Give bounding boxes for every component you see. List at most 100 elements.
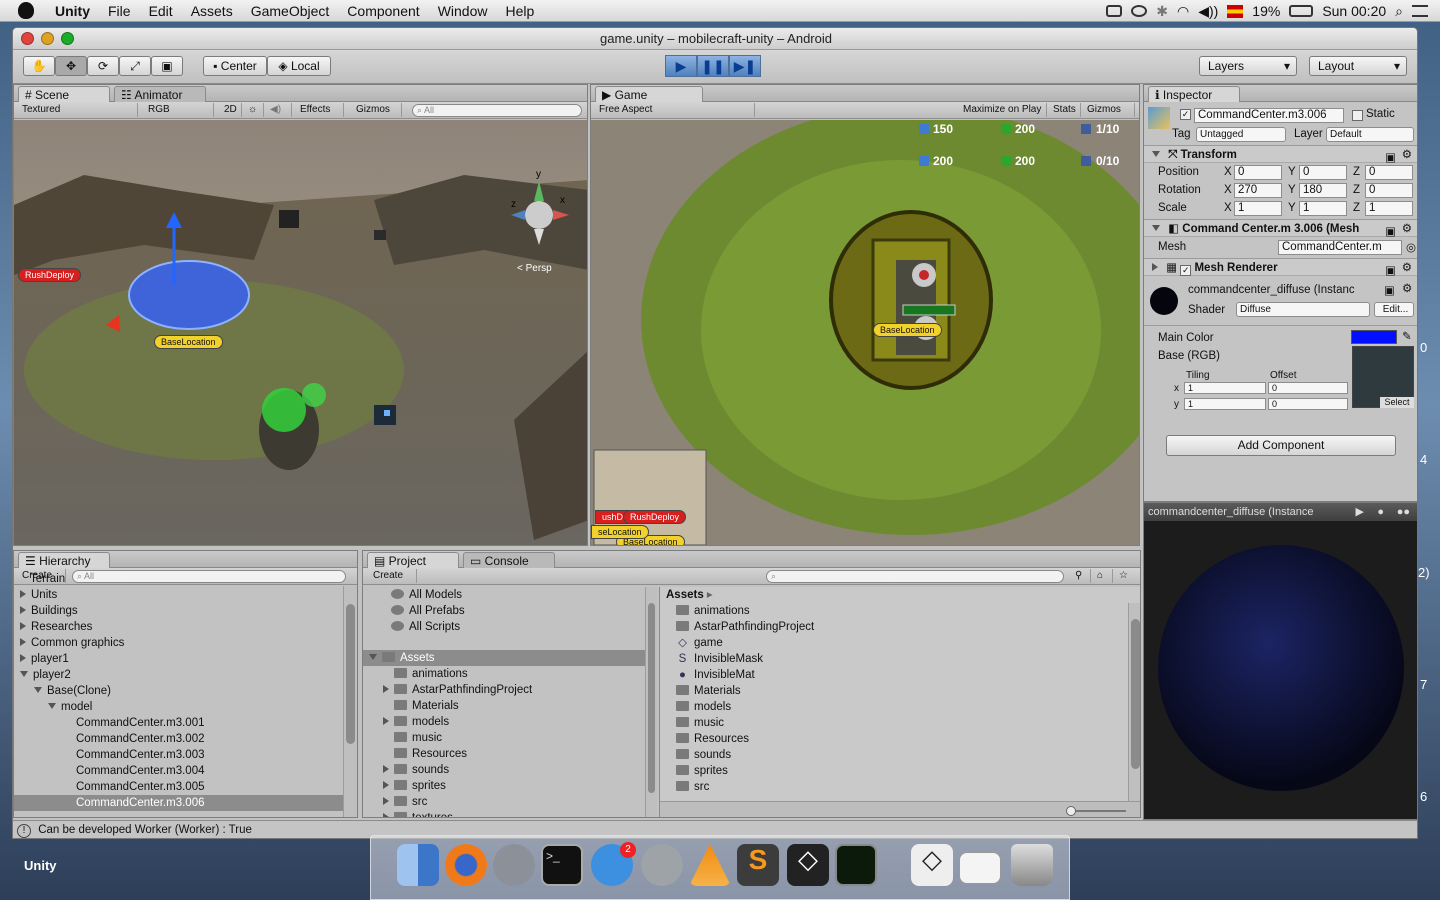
help-icon[interactable]: ▣ — [1384, 283, 1395, 297]
hierarchy-scrollbar[interactable] — [343, 586, 357, 817]
texture-select-button[interactable]: Select — [1380, 397, 1414, 408]
command-center-building[interactable] — [829, 210, 993, 390]
favorite-item[interactable]: All Models — [363, 587, 645, 603]
layers-dropdown[interactable]: Layers ▾ — [1199, 56, 1297, 76]
stats-toggle[interactable]: Stats — [1049, 103, 1081, 117]
command-center-wireframe[interactable] — [128, 260, 250, 330]
asset-item[interactable]: ◇ game — [676, 635, 1116, 651]
terminal-icon[interactable]: >_ — [541, 844, 583, 886]
offset-x-field[interactable]: 0 — [1268, 382, 1348, 394]
time-machine-icon[interactable] — [1131, 5, 1148, 17]
status-message[interactable]: Can be developed Worker (Worker) : True — [38, 824, 252, 836]
position-x-field[interactable]: 0 — [1234, 165, 1282, 180]
hierarchy-item[interactable]: Base(Clone) — [14, 683, 344, 699]
tiling-y-field[interactable]: 1 — [1184, 398, 1266, 410]
rotate-tool-button[interactable]: ⟳ — [87, 56, 119, 76]
project-left-scrollbar[interactable] — [645, 587, 657, 817]
mesh-object-field[interactable]: CommandCenter.m — [1278, 240, 1402, 255]
play-button[interactable]: ▶ — [665, 55, 697, 77]
favorite-item[interactable]: All Scripts — [363, 619, 645, 635]
pivot-center-button[interactable]: ▪ Center — [203, 56, 267, 76]
object-picker-icon[interactable]: ◎ — [1406, 240, 1416, 254]
collapse-arrow-icon[interactable] — [20, 654, 26, 662]
assets-scrollbar[interactable] — [1128, 603, 1140, 801]
static-checkbox[interactable] — [1352, 110, 1363, 121]
collapse-arrow-icon[interactable] — [383, 717, 389, 725]
folder-item[interactable]: Materials — [363, 698, 645, 714]
position-y-field[interactable]: 0 — [1299, 165, 1347, 180]
favorites-star-icon[interactable]: ☆ — [1115, 569, 1135, 583]
help-icon[interactable]: ▣ — [1385, 262, 1396, 280]
active-checkbox[interactable]: ✓ — [1180, 109, 1191, 120]
gear-icon[interactable]: ⚙ — [1402, 259, 1412, 277]
unity-icon[interactable]: ◇ — [787, 844, 829, 886]
minimize-window-button[interactable] — [41, 32, 54, 45]
zoom-window-button[interactable] — [61, 32, 74, 45]
input-source-flag-icon[interactable] — [1227, 4, 1244, 18]
battery-percent[interactable]: 19% — [1252, 3, 1280, 19]
scroll-thumb[interactable] — [346, 604, 355, 744]
apple-menu-icon[interactable] — [18, 2, 34, 19]
project-search-input[interactable]: ⌕ — [766, 570, 1064, 583]
scene-gizmos-dropdown[interactable]: Gizmos — [352, 103, 402, 117]
asset-item[interactable]: models — [676, 699, 1116, 715]
scale-tool-button[interactable]: ⤢ — [119, 56, 151, 76]
favorite-item[interactable]: All Prefabs — [363, 603, 645, 619]
hierarchy-item[interactable]: model — [14, 699, 344, 715]
assets-breadcrumb[interactable]: Assets ▸ — [666, 587, 713, 601]
hierarchy-item[interactable]: CommandCenter.m3.004 — [14, 763, 344, 779]
filter-by-type-icon[interactable]: ⚲ — [1071, 569, 1091, 583]
icon-size-slider[interactable] — [1070, 810, 1126, 812]
preview-sphere-icon[interactable]: ● — [1377, 503, 1384, 521]
folder-item[interactable]: music — [363, 730, 645, 746]
material-preview-sphere[interactable] — [1158, 545, 1404, 791]
folder-item[interactable]: models — [363, 714, 645, 730]
rotation-z-field[interactable]: 0 — [1365, 183, 1413, 198]
add-component-button[interactable]: Add Component — [1166, 435, 1396, 456]
tiling-x-field[interactable]: 1 — [1184, 382, 1266, 394]
asset-item[interactable]: music — [676, 715, 1116, 731]
asset-item[interactable]: S InvisibleMask — [676, 651, 1116, 667]
wifi-icon[interactable]: ◠ — [1177, 3, 1189, 20]
activity-monitor-icon[interactable] — [835, 844, 877, 886]
mesh-filter-component-header[interactable]: ◧ Command Center.m 3.006 (Mesh ▣ ⚙ — [1144, 219, 1417, 238]
asset-item[interactable]: sprites — [676, 763, 1116, 779]
hierarchy-item[interactable]: Terrain — [14, 571, 344, 587]
collapse-arrow-icon[interactable] — [20, 590, 26, 598]
tab-game[interactable]: ▶ Game — [595, 86, 703, 102]
expand-arrow-icon[interactable] — [20, 671, 28, 677]
expand-arrow-icon[interactable] — [34, 687, 42, 693]
scale-z-field[interactable]: 1 — [1365, 201, 1413, 216]
shader-dropdown[interactable]: Diffuse — [1236, 302, 1370, 317]
menu-component[interactable]: Component — [338, 3, 428, 19]
rect-tool-button[interactable]: ▣ — [151, 56, 183, 76]
volume-icon[interactable]: ◀)) — [1198, 3, 1218, 20]
transform-component-header[interactable]: ⤧ Transform ▣ ⚙ — [1144, 145, 1417, 164]
folder-item[interactable]: sounds — [363, 762, 645, 778]
audio-toggle-icon[interactable]: ◀) — [266, 103, 292, 117]
mesh-renderer-enabled-checkbox[interactable]: ✓ — [1180, 265, 1192, 276]
tab-project[interactable]: ▤ Project — [367, 552, 459, 568]
collapse-arrow-icon[interactable] — [383, 765, 389, 773]
hierarchy-item[interactable]: Researches — [14, 619, 344, 635]
game-gizmos-dropdown[interactable]: Gizmos — [1083, 103, 1135, 117]
icon-size-slider-handle[interactable] — [1066, 806, 1076, 816]
folder-item[interactable]: src — [363, 794, 645, 810]
tab-inspector[interactable]: ℹ Inspector — [1148, 86, 1240, 102]
assets-root-folder[interactable]: Assets — [363, 650, 645, 666]
scene-search-input[interactable]: ⌕ All — [412, 104, 582, 117]
move-tool-button[interactable]: ✥ — [55, 56, 87, 76]
trash-icon[interactable] — [1011, 844, 1053, 886]
offset-y-field[interactable]: 0 — [1268, 398, 1348, 410]
scene-viewport[interactable]: y x z < Persp — [14, 120, 588, 546]
asset-item[interactable]: animations — [676, 603, 1116, 619]
game-viewport[interactable]: 150 200 1/10 200 200 0/10 — [591, 120, 1140, 546]
scroll-thumb[interactable] — [648, 603, 655, 793]
hierarchy-item[interactable]: CommandCenter.m3.002 — [14, 731, 344, 747]
scroll-thumb[interactable] — [1131, 619, 1140, 769]
scale-x-field[interactable]: 1 — [1234, 201, 1282, 216]
maximize-on-play-toggle[interactable]: Maximize on Play — [959, 103, 1047, 117]
tab-scene[interactable]: # Scene — [18, 86, 110, 102]
tab-animator[interactable]: ☷ Animator — [114, 86, 206, 102]
notification-center-icon[interactable] — [1412, 5, 1428, 17]
